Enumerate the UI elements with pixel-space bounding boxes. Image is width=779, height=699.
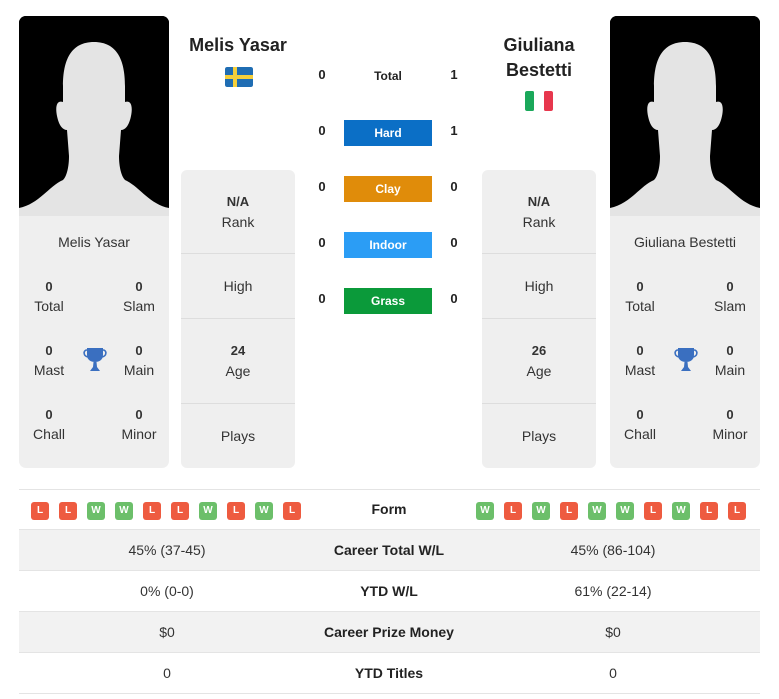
player2-stat-value: 0 [609,665,617,681]
surface-hard-badge: Hard [344,120,432,146]
form-badge-win: W [115,502,133,520]
form-badge-win: W [588,502,606,520]
player1-plays: Plays [220,428,256,444]
h2h-indoor-p1: 0 [318,235,326,250]
player2-titles-slam: 0 Slam [714,279,746,314]
stat-label: YTD Titles [354,665,424,681]
h2h-total-p1: 0 [318,67,326,82]
player2-titles-masters: 0 Mast [624,343,656,378]
player1-rank-panel: N/A Rank High 24 Age Plays [181,170,295,468]
form-badge-loss: L [59,502,77,520]
form-badge-loss: L [700,502,718,520]
player2-high: High [482,254,596,319]
h2h-indoor-p2: 0 [450,235,458,250]
form-badge-win: W [616,502,634,520]
form-badge-loss: L [644,502,662,520]
surface-grass-badge: Grass [344,288,432,314]
silhouette-icon [19,16,169,216]
stats-row: 0 YTD Titles 0 [19,653,760,694]
trophy-icon [83,348,107,371]
player2-stat-value: 61% (22-14) [574,583,652,599]
player2-titles-minor: 0 Minor [712,407,748,442]
h2h-grass-p1: 0 [318,291,326,306]
h2h-clay-p1: 0 [318,179,326,194]
player1-card: Melis Yasar 0 Total 0 Slam 0 Mast 0 Main… [19,16,169,468]
player1-stat-value: 45% (37-45) [128,542,206,558]
player2-card-name: Giuliana Bestetti [634,234,736,250]
player2-age: 26 Age [482,319,596,404]
h2h-total-label: Total [374,69,402,83]
stats-row: 0% (0-0) YTD W/L 61% (22-14) [19,571,760,612]
player1-age: 24 Age [181,319,295,404]
player2-titles-main: 0 Main [714,343,746,378]
player1-titles-total: 0 Total [34,279,64,314]
player2-rank-panel: N/A Rank High 26 Age Plays [482,170,596,468]
surface-clay-badge: Clay [344,176,432,202]
player1-titles-masters: 0 Mast [33,343,65,378]
stats-row: 45% (37-45) Career Total W/L 45% (86-104) [19,530,760,571]
player1-stat-value: $0 [159,624,175,640]
player2-plays: Plays [521,428,557,444]
player2-titles-challenger: 0 Chall [624,407,656,442]
stats-row: $0 Career Prize Money $0 [19,612,760,653]
form-badge-loss: L [560,502,578,520]
form-badge-loss: L [143,502,161,520]
player2-titles-total: 0 Total [625,279,655,314]
player1-titles-slam: 0 Slam [123,279,155,314]
form-badge-loss: L [728,502,746,520]
h2h-hard-p2: 1 [450,123,458,138]
form-badge-loss: L [227,502,245,520]
player1-card-name: Melis Yasar [58,234,130,250]
form-badge-win: W [255,502,273,520]
form-row: LLWWLLWLWL Form WLWLWWLWLL [19,489,760,530]
stat-label: Career Total W/L [333,542,445,558]
player2-name[interactable]: Giuliana Bestetti [482,33,596,83]
stat-label: Career Prize Money [324,624,454,640]
trophy-icon [674,348,698,371]
form-badge-win: W [672,502,690,520]
form-badge-loss: L [283,502,301,520]
form-badge-win: W [87,502,105,520]
h2h-total-p2: 1 [450,67,458,82]
player1-high: High [181,254,295,319]
h2h-grass-p2: 0 [450,291,458,306]
player1-photo [19,16,169,216]
sweden-flag-icon [225,67,253,87]
h2h-hard-p1: 0 [318,123,326,138]
player2-photo [610,16,760,216]
form-badge-win: W [476,502,494,520]
player1-rank: N/A Rank [181,170,295,254]
player1-stat-value: 0% (0-0) [140,583,194,599]
player1-stat-value: 0 [163,665,171,681]
surface-indoor-badge: Indoor [344,232,432,258]
player2-stat-value: $0 [605,624,621,640]
player2-rank: N/A Rank [482,170,596,254]
player1-titles-challenger: 0 Chall [33,407,65,442]
form-badge-win: W [532,502,550,520]
form-label: Form [371,501,407,517]
player2-stat-value: 45% (86-104) [570,542,656,558]
player1-titles-minor: 0 Minor [121,407,157,442]
h2h-clay-p2: 0 [450,179,458,194]
form-badge-loss: L [31,502,49,520]
form-badge-loss: L [171,502,189,520]
italy-flag-icon [525,91,553,111]
stat-label: YTD W/L [360,583,418,599]
silhouette-icon [610,16,760,216]
form-badge-win: W [199,502,217,520]
player1-titles-main: 0 Main [123,343,155,378]
player1-name[interactable]: Melis Yasar [181,33,295,58]
player2-card: Giuliana Bestetti 0 Total 0 Slam 0 Mast … [610,16,760,468]
form-badge-loss: L [504,502,522,520]
